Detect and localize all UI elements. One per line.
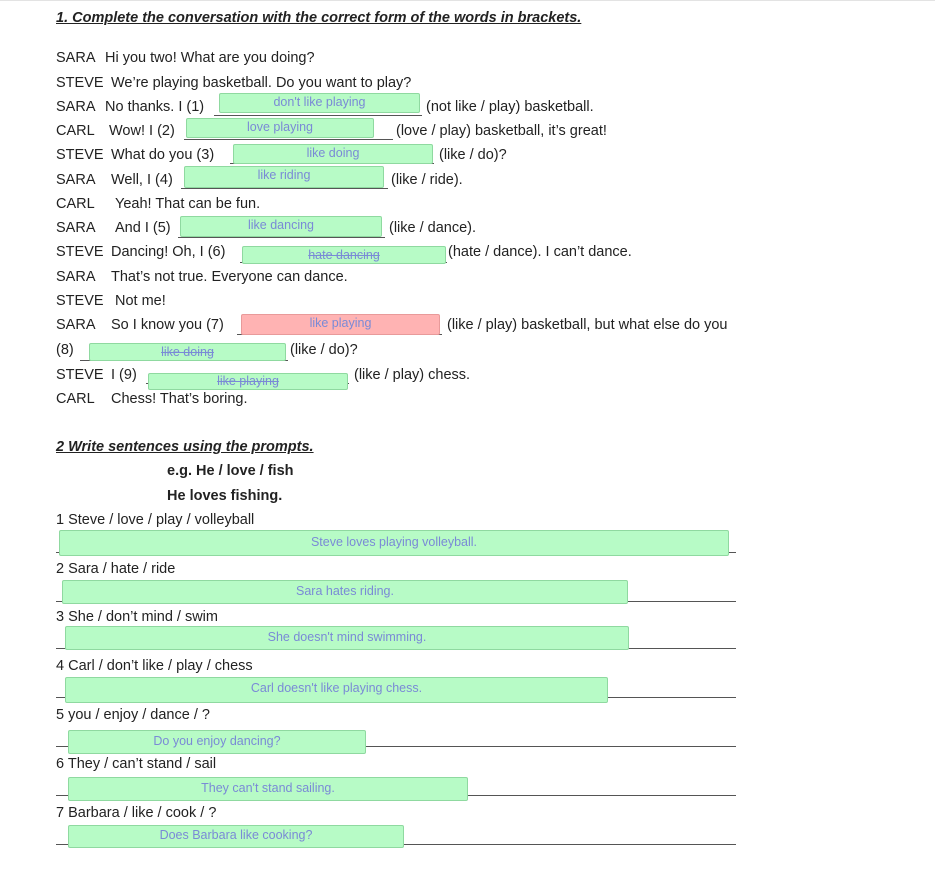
answer-field-4[interactable]: like riding: [184, 166, 384, 188]
answer-field-2[interactable]: love playing: [186, 118, 374, 138]
answer-field-8[interactable]: like doing: [89, 343, 286, 361]
speaker-label: SARA: [56, 269, 96, 285]
speaker-label: CARL: [56, 196, 95, 212]
dialogue-text: I (9): [111, 367, 137, 383]
prompt-text: 5 you / enjoy / dance / ?: [56, 707, 210, 723]
example-answer: He loves fishing.: [167, 488, 283, 504]
answer-field-3[interactable]: like doing: [233, 144, 433, 164]
speaker-label: CARL: [56, 123, 95, 139]
dialogue-text: And I (5): [115, 220, 171, 236]
speaker-label: SARA: [56, 317, 96, 333]
speaker-label: STEVE: [56, 147, 104, 163]
prompt-text: 2 Sara / hate / ride: [56, 561, 176, 577]
dialogue-text: Hi you two! What are you doing?: [105, 50, 315, 66]
dialogue-text: We’re playing basketball. Do you want to…: [111, 75, 412, 91]
dialogue-text: Wow! I (2): [109, 123, 175, 139]
dialogue-text: Yeah! That can be fun.: [115, 196, 261, 212]
dialogue-text: (like / do)?: [439, 147, 507, 163]
dialogue-text: (like / ride).: [391, 172, 463, 188]
answer-field-1[interactable]: don't like playing: [219, 93, 420, 113]
dialogue-text: No thanks. I (1): [105, 99, 205, 115]
sentence-answer-1[interactable]: Steve loves playing volleyball.: [59, 530, 729, 556]
speaker-label: STEVE: [56, 293, 104, 309]
sentence-answer-2[interactable]: Sara hates riding.: [62, 580, 628, 604]
prompt-text: 6 They / can’t stand / sail: [56, 756, 217, 772]
speaker-label: STEVE: [56, 244, 104, 260]
blank-underline: [178, 237, 385, 238]
dialogue-text: (like / dance).: [389, 220, 477, 236]
prompt-text: 4 Carl / don’t like / play / chess: [56, 658, 253, 674]
speaker-label: SARA: [56, 172, 96, 188]
sentence-answer-4[interactable]: Carl doesn't like playing chess.: [65, 677, 608, 703]
prompt-text: 1 Steve / love / play / volleyball: [56, 512, 255, 528]
dialogue-text: (not like / play) basketball.: [426, 99, 594, 115]
section1-heading: 1. Complete the conversation with the co…: [56, 10, 582, 26]
prompt-text: 3 She / don’t mind / swim: [56, 609, 218, 625]
blank-underline: [214, 115, 422, 116]
dialogue-text: (love / play) basketball, it’s great!: [396, 123, 607, 139]
speaker-label: CARL: [56, 391, 95, 407]
sentence-answer-5[interactable]: Do you enjoy dancing?: [68, 730, 366, 754]
dialogue-text: (hate / dance). I can’t dance.: [448, 244, 632, 260]
dialogue-text: (like / do)?: [290, 342, 358, 358]
speaker-label: STEVE: [56, 75, 104, 91]
dialogue-text: Chess! That’s boring.: [111, 391, 248, 407]
answer-field-6[interactable]: hate dancing: [242, 246, 446, 264]
dialogue-text: (like / play) basketball, but what else …: [447, 317, 728, 333]
dialogue-text: What do you (3): [111, 147, 215, 163]
answer-field-5[interactable]: like dancing: [180, 216, 382, 237]
dialogue-text: Dancing! Oh, I (6): [111, 244, 226, 260]
example-prompt: e.g. He / love / fish: [167, 463, 294, 479]
dialogue-text: (like / play) chess.: [354, 367, 471, 383]
answer-field-9[interactable]: like playing: [148, 373, 348, 390]
sentence-answer-7[interactable]: Does Barbara like cooking?: [68, 825, 404, 848]
blank-underline: [184, 139, 393, 140]
dialogue-text: Well, I (4): [111, 172, 173, 188]
speaker-label: SARA: [56, 220, 96, 236]
dialogue-text: Not me!: [115, 293, 166, 309]
sentence-answer-6[interactable]: They can't stand sailing.: [68, 777, 468, 801]
speaker-label: STEVE: [56, 367, 104, 383]
page-top-border: [0, 0, 935, 1]
sentence-answer-3[interactable]: She doesn't mind swimming.: [65, 626, 629, 650]
blank-underline: [181, 188, 388, 189]
dialogue-text: (8): [56, 342, 74, 358]
dialogue-text: That’s not true. Everyone can dance.: [111, 269, 348, 285]
answer-field-7[interactable]: like playing: [241, 314, 440, 335]
dialogue-text: So I know you (7): [111, 317, 224, 333]
section2-heading: 2 Write sentences using the prompts.: [56, 439, 314, 455]
speaker-label: SARA: [56, 50, 96, 66]
speaker-label: SARA: [56, 99, 96, 115]
prompt-text: 7 Barbara / like / cook / ?: [56, 805, 217, 821]
